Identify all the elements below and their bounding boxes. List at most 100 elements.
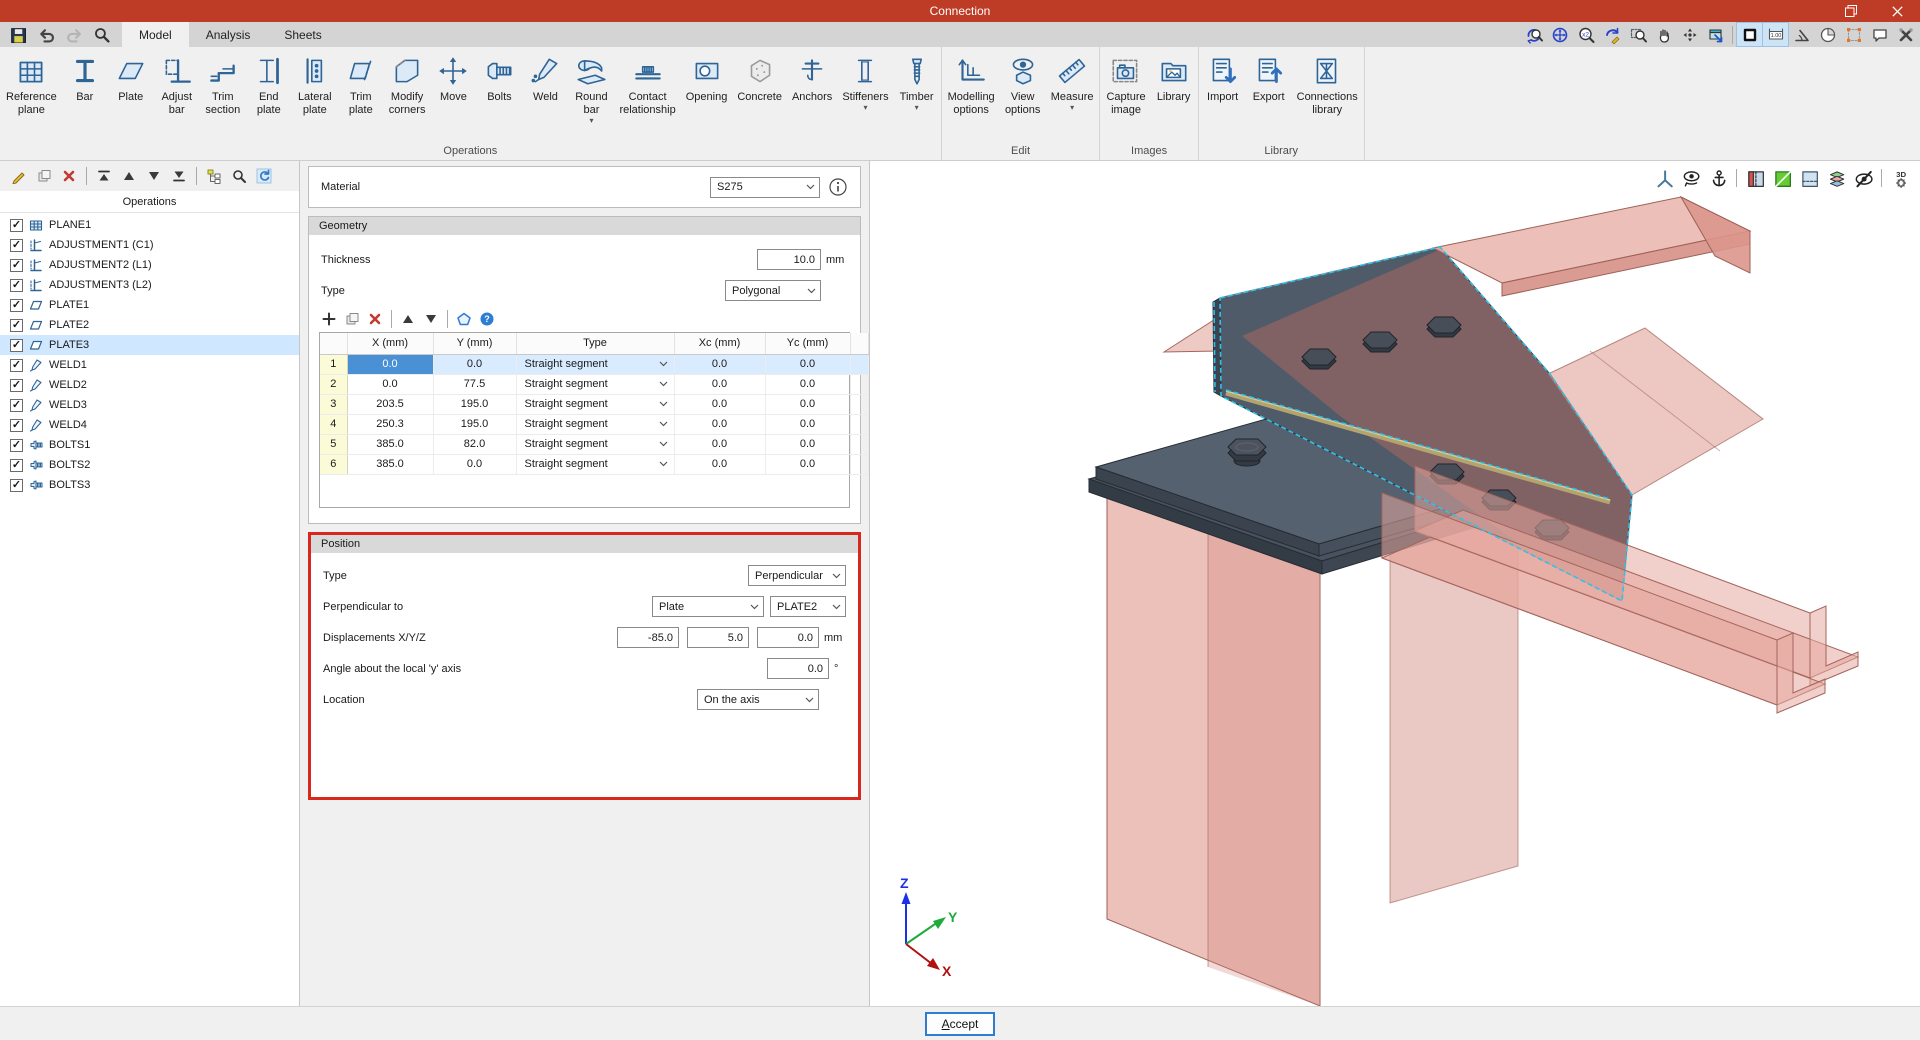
accept-button[interactable]: Accept	[925, 1012, 996, 1036]
y-cell[interactable]: 195.0	[433, 394, 516, 414]
tree-item-bolts3[interactable]: ✓BOLTS3	[0, 475, 299, 495]
tree-item-bolts2[interactable]: ✓BOLTS2	[0, 455, 299, 475]
tree-item-checkbox[interactable]: ✓	[10, 219, 23, 232]
segment-type-select[interactable]: Straight segment	[516, 414, 674, 434]
xc-cell[interactable]: 0.0	[674, 434, 765, 454]
ribbon-button-timber[interactable]: Timber▾	[894, 48, 940, 111]
x-cell[interactable]: 385.0	[347, 454, 433, 474]
zoom-extents-button[interactable]	[1547, 23, 1572, 46]
orbit-button[interactable]	[1677, 23, 1702, 46]
ribbon-button-connections-library[interactable]: Connectionslibrary	[1292, 48, 1363, 117]
ribbon-button-opening[interactable]: Opening	[681, 48, 733, 104]
pentagon-button[interactable]	[454, 309, 474, 329]
solid-view-button[interactable]	[1737, 23, 1762, 46]
tree-item-weld3[interactable]: ✓WELD3	[0, 395, 299, 415]
x-cell[interactable]: 0.0	[347, 374, 433, 394]
position-type-select[interactable]: Perpendicular	[748, 565, 846, 586]
tree-item-checkbox[interactable]: ✓	[10, 479, 23, 492]
tree-view-button[interactable]	[203, 165, 225, 187]
yc-cell[interactable]: 0.0	[765, 434, 850, 454]
ribbon-button-import[interactable]: Import	[1200, 48, 1246, 104]
close-window-button[interactable]	[1874, 0, 1920, 22]
material-info-button[interactable]	[828, 177, 848, 197]
geometry-type-select[interactable]: Polygonal	[725, 280, 821, 301]
pan-hand-button[interactable]	[1651, 23, 1676, 46]
ribbon-button-bolts[interactable]: Bolts	[476, 48, 522, 104]
segment-type-select[interactable]: Straight segment	[516, 434, 674, 454]
y-cell[interactable]: 0.0	[433, 454, 516, 474]
yc-cell[interactable]: 0.0	[765, 414, 850, 434]
tree-item-adjustment1-c1-[interactable]: ✓ADJUSTMENT1 (C1)	[0, 235, 299, 255]
perpendicular-to-item-select[interactable]: PLATE2	[770, 596, 846, 617]
displacement-y-input[interactable]: 5.0	[687, 627, 749, 648]
xc-cell[interactable]: 0.0	[674, 374, 765, 394]
zoom-window-button[interactable]	[1625, 23, 1650, 46]
ribbon-button-image-library[interactable]: Library	[1151, 48, 1197, 104]
displacement-x-input[interactable]: -85.0	[617, 627, 679, 648]
tree-item-weld1[interactable]: ✓WELD1	[0, 355, 299, 375]
tree-item-plate2[interactable]: ✓PLATE2	[0, 315, 299, 335]
edit-pencil-button[interactable]	[8, 165, 30, 187]
selection-grid-button[interactable]	[1841, 23, 1866, 46]
x-cell[interactable]: 203.5	[347, 394, 433, 414]
row-number-cell[interactable]: 6	[320, 454, 347, 474]
ribbon-button-round-bar[interactable]: Roundbar▾	[568, 48, 614, 124]
tree-item-checkbox[interactable]: ✓	[10, 439, 23, 452]
xc-cell[interactable]: 0.0	[674, 414, 765, 434]
yc-cell[interactable]: 0.0	[765, 354, 850, 374]
x-cell[interactable]: 250.3	[347, 414, 433, 434]
move-top-button[interactable]	[93, 165, 115, 187]
angle-protractor-button[interactable]	[1789, 23, 1814, 46]
ribbon-button-end-plate[interactable]: Endplate	[246, 48, 292, 117]
angle-input[interactable]: 0.0	[767, 658, 829, 679]
y-cell[interactable]: 0.0	[433, 354, 516, 374]
tree-item-checkbox[interactable]: ✓	[10, 359, 23, 372]
comment-button[interactable]	[1867, 23, 1892, 46]
ribbon-button-export[interactable]: Export	[1246, 48, 1292, 104]
material-select[interactable]: S275	[710, 177, 820, 198]
xc-cell[interactable]: 0.0	[674, 354, 765, 374]
yc-cell[interactable]: 0.0	[765, 394, 850, 414]
redo-button[interactable]	[60, 23, 86, 46]
ribbon-button-lateral-plate[interactable]: Lateralplate	[292, 48, 338, 117]
location-select[interactable]: On the axis	[697, 689, 819, 710]
3d-viewport[interactable]: 3D	[870, 161, 1920, 1006]
tree-item-weld4[interactable]: ✓WELD4	[0, 415, 299, 435]
switch-window-button[interactable]	[1703, 23, 1728, 46]
ribbon-button-measure[interactable]: Measure▾	[1046, 48, 1099, 111]
tree-item-checkbox[interactable]: ✓	[10, 279, 23, 292]
segment-type-select[interactable]: Straight segment	[516, 354, 674, 374]
segment-type-select[interactable]: Straight segment	[516, 374, 674, 394]
move-bottom-button[interactable]	[168, 165, 190, 187]
yc-cell[interactable]: 0.0	[765, 374, 850, 394]
ribbon-button-capture-image[interactable]: Captureimage	[1101, 48, 1150, 117]
tree-item-adjustment3-l2-[interactable]: ✓ADJUSTMENT3 (L2)	[0, 275, 299, 295]
ribbon-button-reference-plane[interactable]: Referenceplane	[1, 48, 62, 117]
ribbon-button-modelling-options[interactable]: Modellingoptions	[943, 48, 1000, 117]
y-cell[interactable]: 195.0	[433, 414, 516, 434]
x-cell[interactable]: 385.0	[347, 434, 433, 454]
y-cell[interactable]: 77.5	[433, 374, 516, 394]
tree-item-checkbox[interactable]: ✓	[10, 299, 23, 312]
tree-item-plane1[interactable]: ✓PLANE1	[0, 215, 299, 235]
zoom-rotate-button[interactable]	[1521, 23, 1546, 46]
tab-analysis[interactable]: Analysis	[189, 22, 268, 47]
add-plus-button[interactable]	[319, 309, 339, 329]
row-number-cell[interactable]: 1	[320, 354, 347, 374]
tree-item-checkbox[interactable]: ✓	[10, 419, 23, 432]
thickness-input[interactable]: 10.0	[757, 249, 821, 270]
tri-up-button[interactable]	[398, 309, 418, 329]
move-up-button[interactable]	[118, 165, 140, 187]
row-number-cell[interactable]: 5	[320, 434, 347, 454]
tree-item-checkbox[interactable]: ✓	[10, 399, 23, 412]
refresh-button[interactable]	[253, 165, 275, 187]
ribbon-button-bar[interactable]: Bar	[62, 48, 108, 104]
tab-sheets[interactable]: Sheets	[267, 22, 338, 47]
segment-type-select[interactable]: Straight segment	[516, 394, 674, 414]
ribbon-button-trim-plate[interactable]: Trimplate	[338, 48, 384, 117]
ribbon-button-anchors[interactable]: Anchors	[787, 48, 837, 104]
xc-cell[interactable]: 0.0	[674, 394, 765, 414]
tree-item-plate1[interactable]: ✓PLATE1	[0, 295, 299, 315]
segment-type-select[interactable]: Straight segment	[516, 454, 674, 474]
copy-button[interactable]	[342, 309, 362, 329]
